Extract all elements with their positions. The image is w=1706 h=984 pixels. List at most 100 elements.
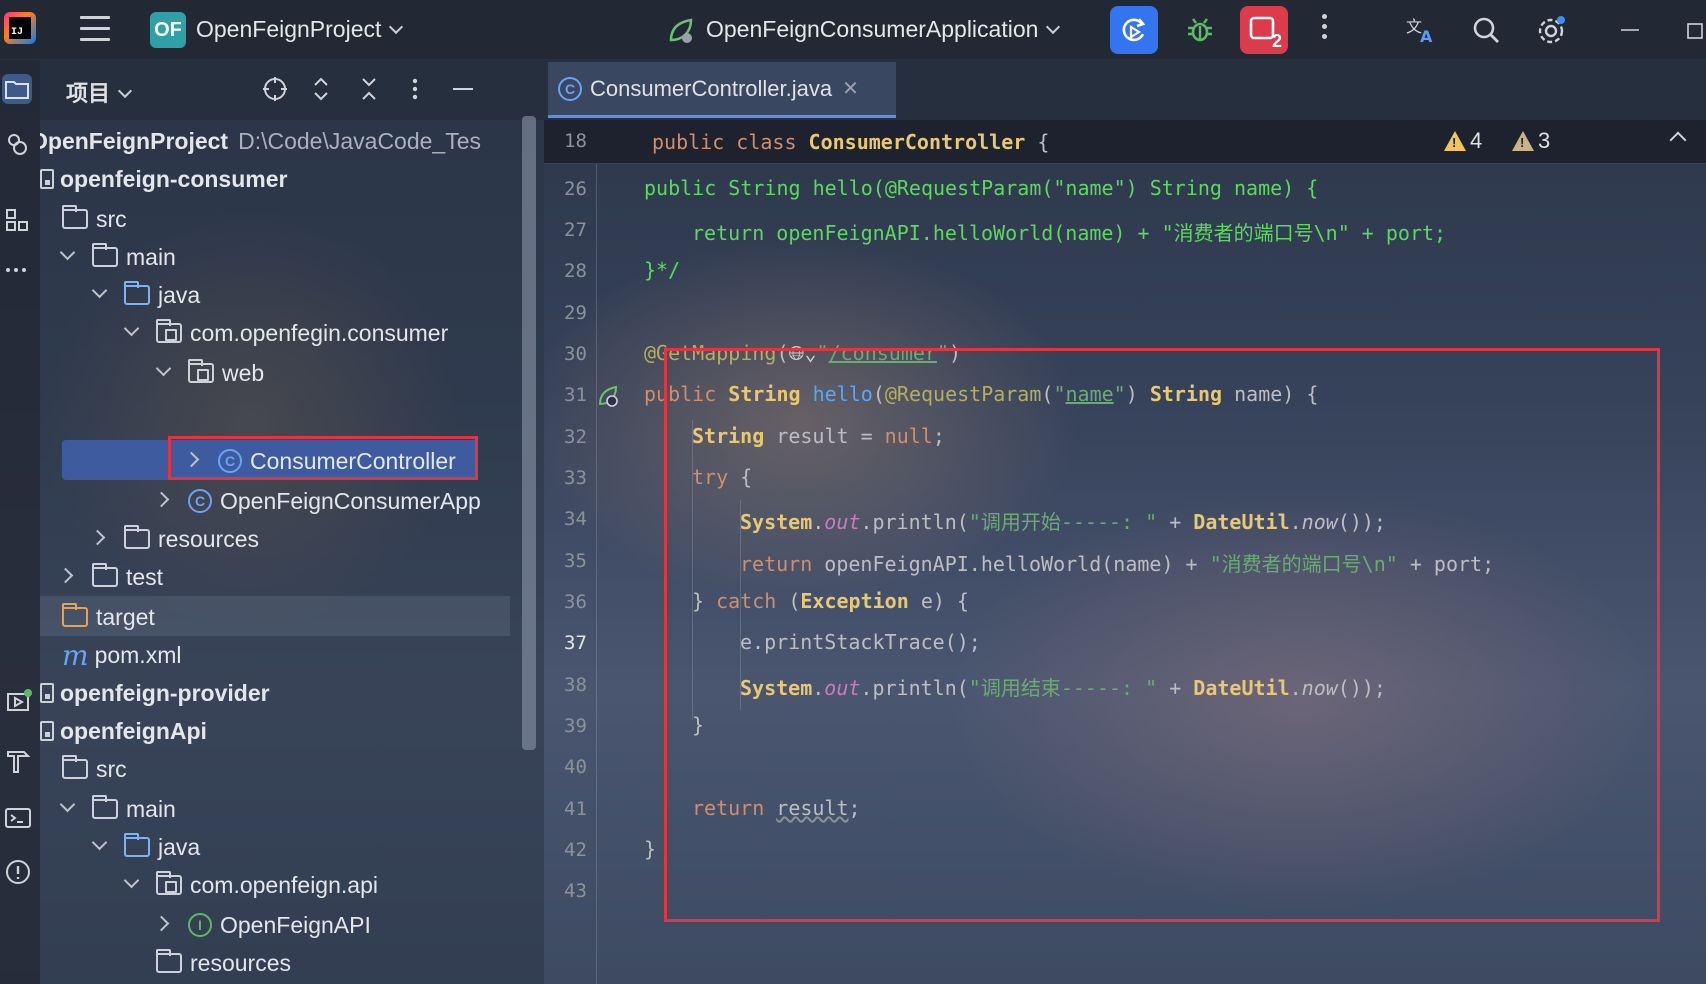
- tree-item-label: java: [158, 833, 201, 860]
- project-view-selector[interactable]: 项目: [66, 76, 133, 108]
- folder-icon: [92, 563, 118, 587]
- tree-row-consumer-app[interactable]: C OpenFeignConsumerApp: [158, 480, 544, 522]
- line-number: 27: [564, 219, 587, 241]
- ide-window: IJ OF OpenFeignProject OpenFeignConsumer…: [0, 0, 1706, 984]
- tree-row-package-consumer[interactable]: com.openfegin.consumer: [126, 312, 544, 354]
- debug-button[interactable]: [1176, 6, 1224, 54]
- intellij-logo-icon[interactable]: IJ: [4, 12, 36, 44]
- indent-guide: [596, 164, 597, 984]
- weak-warnings-indicator[interactable]: 3: [1512, 128, 1550, 154]
- build-hammer-icon[interactable]: [4, 746, 32, 774]
- tree-item-label: main: [126, 243, 176, 270]
- tree-row-main-api[interactable]: main: [62, 788, 544, 830]
- tree-row-openfeign-provider[interactable]: openfeign-provider: [40, 672, 530, 714]
- line-number: 34: [564, 508, 587, 530]
- class-icon: C: [558, 76, 582, 101]
- run-config-selector[interactable]: OpenFeignConsumerApplication: [706, 16, 1061, 43]
- maven-icon: m: [62, 638, 89, 672]
- line-number: 41: [564, 798, 587, 820]
- tree-item-label: main: [126, 795, 176, 822]
- tree-row-pom[interactable]: m pom.xml: [40, 634, 530, 676]
- tree-row-src-api[interactable]: src: [40, 748, 530, 790]
- locate-target-icon[interactable]: [260, 74, 290, 104]
- chevron-down-icon[interactable]: [126, 326, 140, 340]
- warning-icon: [1444, 131, 1466, 151]
- commit-tool-icon[interactable]: [4, 130, 32, 158]
- tree-item-label: OpenFeignAPI: [220, 911, 371, 938]
- hide-panel-icon[interactable]: [448, 74, 478, 104]
- more-actions-icon[interactable]: [1320, 14, 1328, 46]
- warnings-count: 4: [1470, 128, 1483, 153]
- tree-row-test[interactable]: test: [62, 556, 544, 598]
- project-panel-header: 项目: [40, 60, 544, 120]
- rerun-button[interactable]: [1110, 6, 1158, 54]
- project-badge[interactable]: OF: [150, 12, 186, 48]
- expand-all-icon[interactable]: [306, 74, 336, 104]
- chevron-right-icon[interactable]: [62, 570, 76, 584]
- project-tool-folder-icon[interactable]: [2, 74, 32, 104]
- chevron-down-icon[interactable]: [62, 802, 76, 816]
- tree-row-openfeign-consumer[interactable]: openfeign-consumer: [40, 158, 530, 200]
- maximize-icon[interactable]: [1680, 14, 1706, 46]
- resources-folder-icon: [156, 949, 182, 973]
- terminal-icon[interactable]: [4, 804, 32, 832]
- panel-options-icon[interactable]: [400, 74, 430, 104]
- close-icon[interactable]: ✕: [842, 76, 859, 101]
- stop-button[interactable]: 2: [1240, 6, 1288, 54]
- main-menu-icon[interactable]: [80, 16, 110, 42]
- tree-row-openfeign-api[interactable]: openfeignApi: [40, 710, 530, 752]
- chevron-down-icon[interactable]: [126, 878, 140, 892]
- line-number: 43: [564, 880, 587, 902]
- tree-row-resources-api[interactable]: resources: [126, 942, 544, 984]
- chevron-down-icon[interactable]: [94, 288, 108, 302]
- tree-row-package-api[interactable]: com.openfeign.api: [126, 864, 544, 906]
- chevron-down-icon[interactable]: [62, 250, 76, 264]
- services-tool-icon[interactable]: [4, 688, 32, 716]
- interface-icon: I: [188, 913, 212, 937]
- web-endpoint-gutter-icon[interactable]: [596, 384, 620, 408]
- tree-row-src[interactable]: src: [40, 198, 530, 240]
- tree-item-label: target: [96, 603, 155, 630]
- code-line-28: }*/: [644, 258, 681, 282]
- chevron-right-icon[interactable]: [158, 494, 172, 508]
- settings-gear-icon[interactable]: [1536, 14, 1568, 46]
- problems-icon[interactable]: [4, 858, 32, 886]
- structure-tool-icon[interactable]: [4, 206, 32, 234]
- tab-consumer-controller[interactable]: C ConsumerController.java ✕: [548, 62, 896, 118]
- chevron-down-icon[interactable]: [158, 366, 172, 380]
- tree-row-java-api[interactable]: java: [94, 826, 544, 868]
- module-icon: [40, 683, 54, 703]
- chevron-right-icon[interactable]: [94, 532, 108, 546]
- tree-item-label: OpenFeignProject: [40, 127, 229, 154]
- folder-icon: [62, 755, 88, 779]
- tree-row-openfeign-api-iface[interactable]: I OpenFeignAPI: [158, 904, 544, 946]
- project-path: D:\Code\JavaCode_Tes: [238, 127, 482, 154]
- translate-icon[interactable]: 文A: [1404, 14, 1436, 46]
- project-tree: OpenFeignProject D:\Code\JavaCode_Tes op…: [40, 120, 544, 984]
- warnings-indicator[interactable]: 4: [1444, 128, 1482, 154]
- tree-item-label: openfeign-consumer: [60, 165, 288, 192]
- collapse-all-icon[interactable]: [354, 74, 384, 104]
- tree-row-java[interactable]: java: [94, 274, 544, 316]
- tree-row-target[interactable]: target: [40, 596, 530, 638]
- module-icon: [40, 721, 54, 741]
- project-scrollbar[interactable]: [522, 116, 536, 750]
- line-number: 36: [564, 591, 587, 613]
- chevron-right-icon[interactable]: [158, 918, 172, 932]
- tree-item-label: src: [96, 755, 127, 782]
- tree-item-label: resources: [190, 949, 291, 976]
- line-number-gutter: 26 27 28 29 30 31 32 33 34 35 36 37 38 3…: [544, 120, 644, 984]
- tree-row-package-web[interactable]: web: [158, 352, 544, 394]
- code-line-27: return openFeignAPI.helloWorld(name) + "…: [692, 221, 1447, 245]
- tree-row-resources[interactable]: resources: [94, 518, 544, 560]
- more-tools-icon[interactable]: [4, 256, 32, 284]
- tree-row-main[interactable]: main: [62, 236, 544, 278]
- chevron-down-icon: [1046, 19, 1061, 35]
- chevron-down-icon[interactable]: [94, 840, 108, 854]
- search-icon[interactable]: [1470, 14, 1502, 46]
- tree-row-root-project[interactable]: OpenFeignProject D:\Code\JavaCode_Tes: [40, 120, 530, 162]
- project-selector[interactable]: OpenFeignProject: [196, 16, 404, 43]
- minimize-icon[interactable]: [1614, 14, 1646, 46]
- line-number: 32: [564, 426, 587, 448]
- line-number: 39: [564, 715, 587, 737]
